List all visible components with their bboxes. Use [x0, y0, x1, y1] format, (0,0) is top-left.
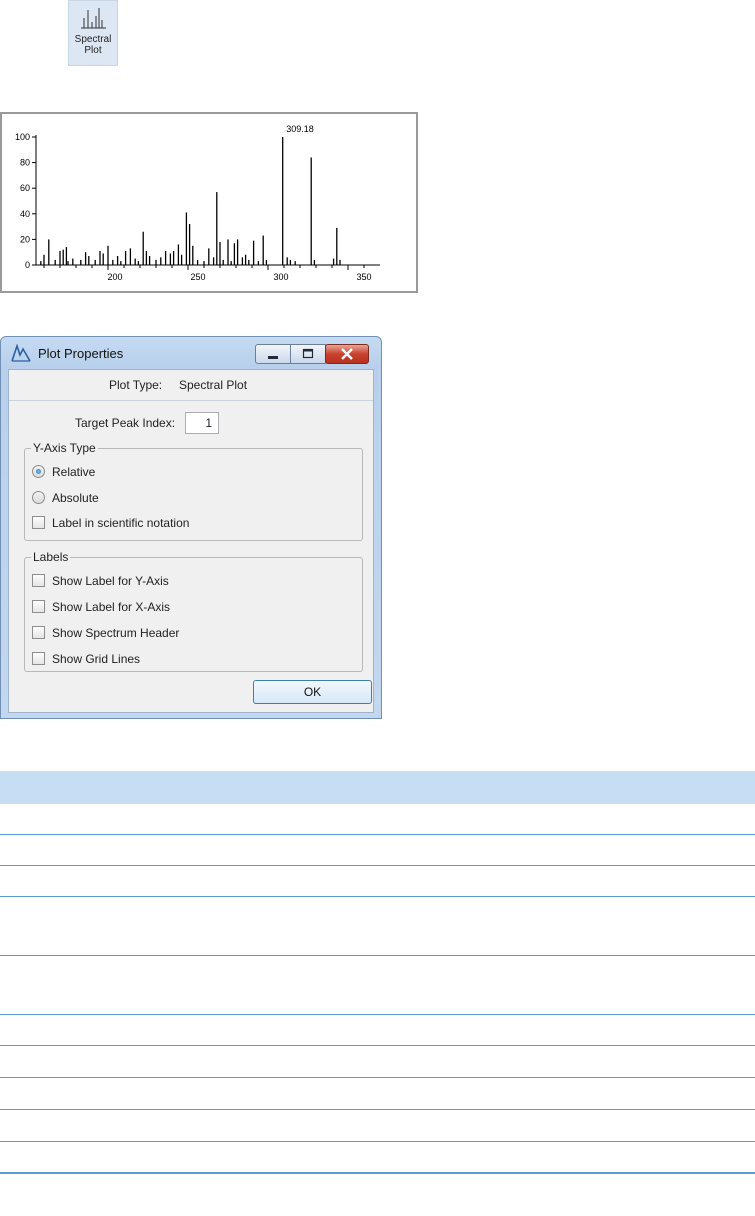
target-peak-index-label: Target Peak Index: — [75, 416, 176, 430]
y-tick: 0 — [25, 260, 36, 270]
table-row — [0, 866, 755, 897]
scientific-notation-label: Label in scientific notation — [52, 516, 190, 530]
spectral-plot-icon — [81, 8, 106, 29]
y-axis: 100 80 60 40 20 0 — [15, 132, 37, 270]
y-tick-label: 20 — [20, 234, 30, 244]
table-row — [0, 1046, 755, 1078]
y-axis-type-legend: Y-Axis Type — [31, 441, 98, 455]
maximize-icon — [302, 348, 314, 359]
y-axis-type-group: Y-Axis Type Relative Absolute Label in s… — [24, 441, 363, 541]
table-header — [0, 771, 755, 804]
x-tick-label: 200 — [107, 272, 122, 282]
close-icon — [341, 348, 353, 360]
ribbon-button-label: Spectral Plot — [74, 34, 112, 56]
relative-radio[interactable] — [32, 465, 45, 478]
dialog-titlebar[interactable]: Plot Properties — [1, 337, 381, 369]
y-tick: 40 — [20, 209, 36, 219]
x-tick-label: 300 — [273, 272, 288, 282]
y-tick: 60 — [20, 183, 36, 193]
y-tick-label: 60 — [20, 183, 30, 193]
show-x-axis-label-text: Show Label for X-Axis — [52, 600, 171, 614]
show-x-axis-label-checkbox[interactable] — [32, 600, 45, 613]
spectral-plot-ribbon-button[interactable]: Spectral Plot — [68, 0, 118, 66]
minimize-icon — [268, 356, 278, 359]
show-y-axis-label-checkbox[interactable] — [32, 574, 45, 587]
show-spectrum-header-checkbox[interactable] — [32, 626, 45, 639]
plot-type-value: Spectral Plot — [179, 378, 248, 392]
minimize-button[interactable] — [255, 344, 291, 364]
table-row — [0, 1078, 755, 1110]
spectrum-chart: 309.18 100 80 60 40 20 0 200 250 300 350 — [15, 124, 380, 282]
x-minor-ticks — [43, 265, 365, 270]
show-grid-lines-text: Show Grid Lines — [52, 652, 141, 666]
plot-properties-dialog: Plot Properties Plot Type: Spectral Plot… — [0, 336, 382, 719]
relative-label: Relative — [52, 465, 96, 479]
show-spectrum-header-text: Show Spectrum Header — [52, 626, 180, 640]
x-axis: 200 250 300 350 — [36, 264, 380, 282]
empty-table — [0, 771, 755, 1174]
y-tick: 20 — [20, 234, 36, 244]
y-tick-label: 100 — [15, 132, 30, 142]
show-grid-lines-checkbox[interactable] — [32, 652, 45, 665]
table-row — [0, 897, 755, 956]
show-y-axis-label-text: Show Label for Y-Axis — [52, 574, 169, 588]
plot-type-label: Plot Type: — [109, 378, 163, 392]
table-row — [0, 804, 755, 835]
table-row — [0, 956, 755, 1015]
y-tick: 80 — [20, 158, 36, 168]
absolute-label: Absolute — [52, 491, 99, 505]
close-button[interactable] — [325, 344, 369, 364]
x-tick-label: 250 — [190, 272, 205, 282]
table-row — [0, 1015, 755, 1046]
x-tick-label: 350 — [356, 272, 371, 282]
scientific-notation-checkbox[interactable] — [32, 516, 45, 529]
maximize-button[interactable] — [290, 344, 326, 364]
labels-legend: Labels — [31, 550, 71, 564]
dialog-body: Plot Type: Spectral Plot Target Peak Ind… — [8, 369, 374, 713]
target-peak-index-input[interactable]: 1 — [185, 412, 219, 434]
table-row — [0, 1142, 755, 1174]
absolute-radio[interactable] — [32, 491, 45, 504]
table-row — [0, 835, 755, 866]
app-icon — [11, 344, 31, 362]
y-tick-label: 0 — [25, 260, 30, 270]
labels-group: Labels Show Label for Y-Axis Show Label … — [24, 550, 363, 672]
table-row — [0, 1110, 755, 1142]
ok-button[interactable]: OK — [253, 680, 372, 704]
y-tick-label: 40 — [20, 209, 30, 219]
y-tick-label: 80 — [20, 158, 30, 168]
top-peak-label: 309.18 — [286, 124, 314, 134]
spectral-plot-preview: 309.18 100 80 60 40 20 0 200 250 300 350 — [0, 112, 418, 293]
plot-type-row: Plot Type: Spectral Plot — [9, 370, 373, 401]
spectrum-peaks — [40, 137, 341, 265]
dialog-title: Plot Properties — [38, 346, 124, 361]
y-tick: 100 — [15, 132, 36, 142]
